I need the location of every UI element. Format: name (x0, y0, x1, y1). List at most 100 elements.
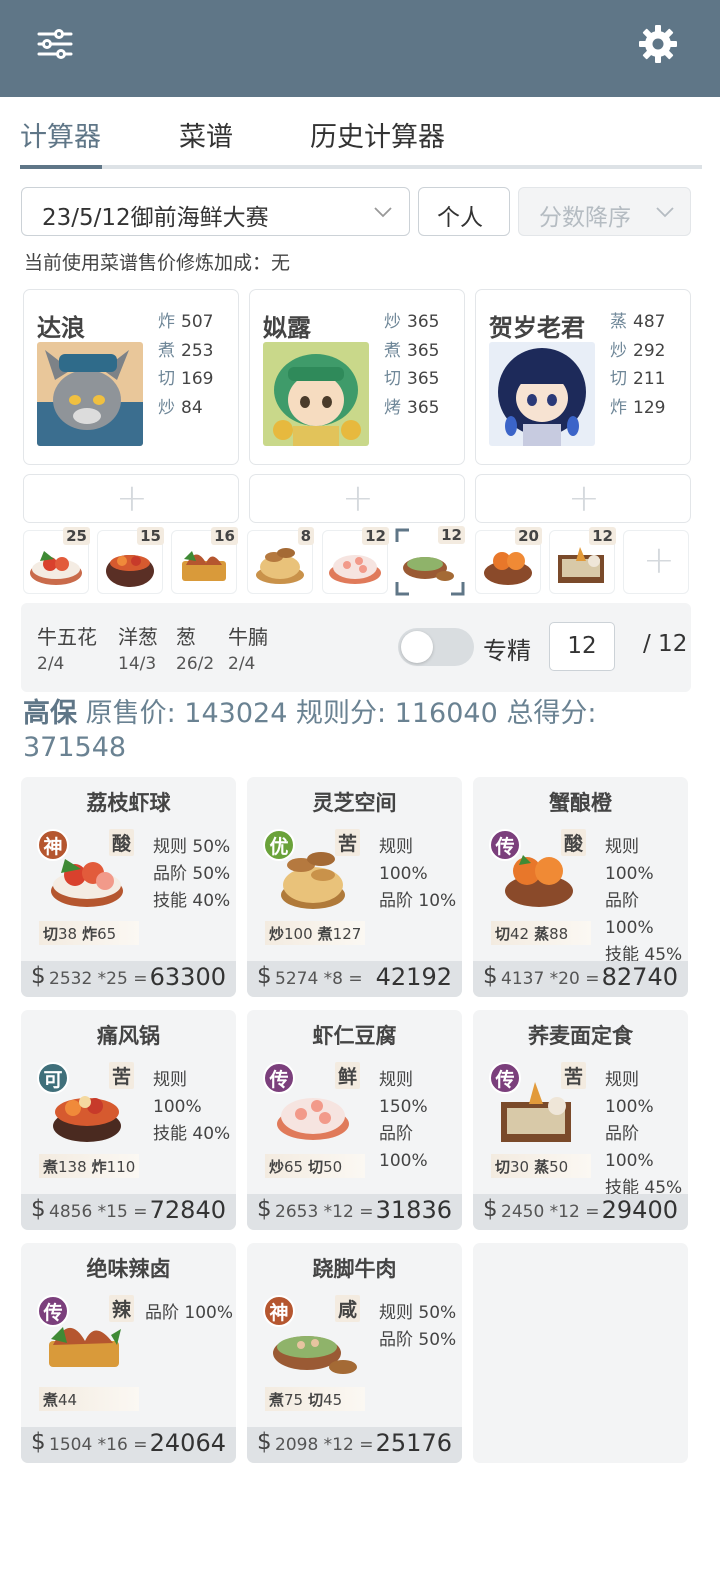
rule-bonus: 品阶 50% (379, 1330, 457, 1350)
skill-requirement: 切38 炸65 (39, 921, 139, 945)
chef-name: 达浪 (37, 314, 85, 342)
dish-thumb[interactable]: 12 (322, 527, 389, 594)
price-calc: 2532 *25 = (49, 969, 148, 989)
add-slot-button[interactable]: + (475, 474, 691, 523)
rule-bonus-list: 品阶 100% (145, 1300, 233, 1327)
sort-select[interactable]: 分数降序 (518, 187, 691, 236)
taste-badge: 咸 (335, 1295, 361, 1322)
recipe-card[interactable]: 蟹酿橙 传 酸 规则 100% 品阶 100% 技能 45% 切42 蒸88 $ 41… (473, 777, 688, 997)
sliders-icon[interactable] (33, 22, 77, 66)
chef-card[interactable]: 达浪 炸 507 煮 253 切 169 炒 84 (23, 289, 239, 465)
mode-button[interactable]: 个人 (418, 187, 510, 236)
taste-badge: 苦 (561, 1062, 587, 1089)
ingredient-item: 洋葱 14/3 (118, 625, 158, 674)
rule-bonus-list: 规则 100% 品阶 100% 技能 45% (605, 834, 688, 969)
sort-select-value: 分数降序 (539, 205, 631, 231)
price-calc: 4137 *20 = (501, 969, 600, 989)
dish-count-badge: 12 (438, 526, 465, 544)
tab-calculator[interactable]: 计算器 (20, 115, 101, 154)
chef-skills: 炸 507 煮 253 切 169 炒 84 (158, 312, 214, 418)
recipe-card[interactable]: 痛风锅 可 苦 规则 100% 技能 40% 煮138 炸110 $ 4856 *1… (21, 1010, 236, 1230)
taste-badge: 酸 (561, 829, 587, 856)
add-slot-button[interactable]: + (249, 474, 465, 523)
dish-thumb[interactable]: 16 (171, 527, 238, 594)
price-calc: 2450 *12 = (501, 1202, 600, 1222)
grade-badge: 神 (37, 829, 69, 861)
taste-badge: 酸 (109, 829, 135, 856)
rule-bonus: 规则 100% (153, 1070, 202, 1117)
recipe-title: 荔枝虾球 (86, 791, 171, 815)
dish-thumb[interactable]: 8 (247, 527, 314, 594)
rule-bonus: 品阶 10% (379, 891, 457, 911)
recipe-title: 虾仁豆腐 (312, 1024, 397, 1048)
chef-skills: 炒 365 煮 365 切 365 烤 365 (384, 312, 440, 418)
rule-bonus: 品阶 100% (605, 1124, 654, 1171)
taste-badge: 苦 (109, 1062, 135, 1089)
skill-requirement: 炒100 煮127 (265, 921, 365, 945)
recipe-card[interactable]: 虾仁豆腐 传 鲜 规则 150% 品阶 100% 炒65 切50 $ 2653 *1… (247, 1010, 462, 1230)
recipe-title: 痛风锅 (97, 1024, 160, 1048)
chevron-down-icon (656, 207, 674, 218)
dish-thumb[interactable]: 25 (23, 527, 90, 594)
grade-badge: 可 (37, 1062, 69, 1094)
gear-icon[interactable] (636, 22, 680, 66)
plus-icon: + (643, 538, 675, 582)
recipe-card[interactable]: 绝味辣卤 传 辣 品阶 100% 煮44 $ 1504 *16 = 24064 (21, 1243, 236, 1463)
empty-recipe-slot[interactable] (473, 1243, 688, 1463)
contest-select[interactable]: 23/5/12御前海鲜大赛 (21, 187, 410, 236)
plus-icon: + (116, 476, 148, 520)
plus-icon: + (342, 476, 374, 520)
tab-recipes[interactable]: 菜谱 (179, 115, 233, 154)
tab-history-calculator[interactable]: 历史计算器 (310, 115, 445, 154)
price-bar: $ 4856 *15 = 72840 (21, 1194, 236, 1230)
rule-bonus: 规则 100% (605, 1070, 654, 1117)
plus-icon: + (568, 476, 600, 520)
add-slot-button[interactable]: + (23, 474, 239, 523)
taste-badge: 鲜 (335, 1062, 361, 1089)
price-calc: 4856 *15 = (49, 1202, 148, 1222)
rule-bonus-list: 规则 50% 品阶 50% 技能 40% (153, 834, 230, 915)
recipe-title: 灵芝空间 (312, 791, 397, 815)
taste-badge: 辣 (109, 1295, 135, 1322)
dish-thumb[interactable]: 12 (549, 527, 616, 594)
chef-card[interactable]: 贺岁老君 蒸 487 炒 292 切 211 炸 129 (475, 289, 691, 465)
rule-bonus-list: 规则 100% 品阶 10% (379, 834, 462, 915)
recipe-card[interactable]: 灵芝空间 优 苦 规则 100% 品阶 10% 炒100 煮127 $ 5274 *… (247, 777, 462, 997)
tab-divider (20, 165, 702, 169)
price-calc: 5274 *8 = (275, 969, 363, 989)
dish-thumb-selected[interactable]: 12 (395, 526, 465, 596)
price-result: 29400 (601, 1196, 678, 1224)
specialty-label: 专精 (483, 637, 531, 665)
specialty-total: / 12 (643, 631, 688, 657)
dish-thumb[interactable]: 15 (97, 527, 164, 594)
recipe-card[interactable]: 跷脚牛肉 神 咸 规则 50% 品阶 50% 煮75 切45 $ 2098 *12 … (247, 1243, 462, 1463)
score-summary: 高保 原售价: 143024 规则分: 116040 总得分: 371548 (23, 698, 597, 763)
specialty-count-input[interactable]: 12 (549, 622, 615, 671)
grade-badge: 神 (263, 1295, 295, 1327)
add-dish-button[interactable]: + (623, 530, 689, 594)
grade-badge: 传 (37, 1295, 69, 1327)
rule-bonus-list: 规则 50% 品阶 50% (379, 1300, 456, 1354)
price-result: 63300 (149, 963, 226, 991)
bonus-info-text: 当前使用菜谱售价修炼加成：无 (24, 252, 291, 274)
price-bar: $ 5274 *8 = 42192 (247, 961, 462, 997)
rule-bonus-list: 规则 150% 品阶 100% (379, 1067, 462, 1175)
price-bar: $ 4137 *20 = 82740 (473, 961, 688, 997)
rule-bonus: 规则 50% (379, 1303, 457, 1323)
tab-indicator (20, 165, 102, 169)
dollar-icon: $ (31, 1429, 46, 1455)
chef-name: 姒露 (263, 314, 311, 342)
specialty-toggle[interactable] (398, 628, 474, 666)
rule-bonus: 规则 50% (153, 837, 231, 857)
rule-bonus: 技能 40% (153, 891, 231, 911)
recipe-title: 跷脚牛肉 (312, 1257, 397, 1281)
chevron-down-icon (374, 207, 392, 218)
recipe-card[interactable]: 荔枝虾球 神 酸 规则 50% 品阶 50% 技能 40% 切38 炸65 $ 253… (21, 777, 236, 997)
rule-bonus: 品阶 100% (145, 1303, 234, 1323)
dish-thumb[interactable]: 20 (475, 527, 542, 594)
rule-bonus: 规则 150% (379, 1070, 428, 1117)
chef-card[interactable]: 姒露 炒 365 煮 365 切 365 烤 365 (249, 289, 465, 465)
recipe-card[interactable]: 荞麦面定食 传 苦 规则 100% 品阶 100% 技能 45% 切30 蒸50 $ … (473, 1010, 688, 1230)
skill-requirement: 切42 蒸88 (491, 921, 591, 945)
mode-button-label: 个人 (437, 205, 483, 231)
